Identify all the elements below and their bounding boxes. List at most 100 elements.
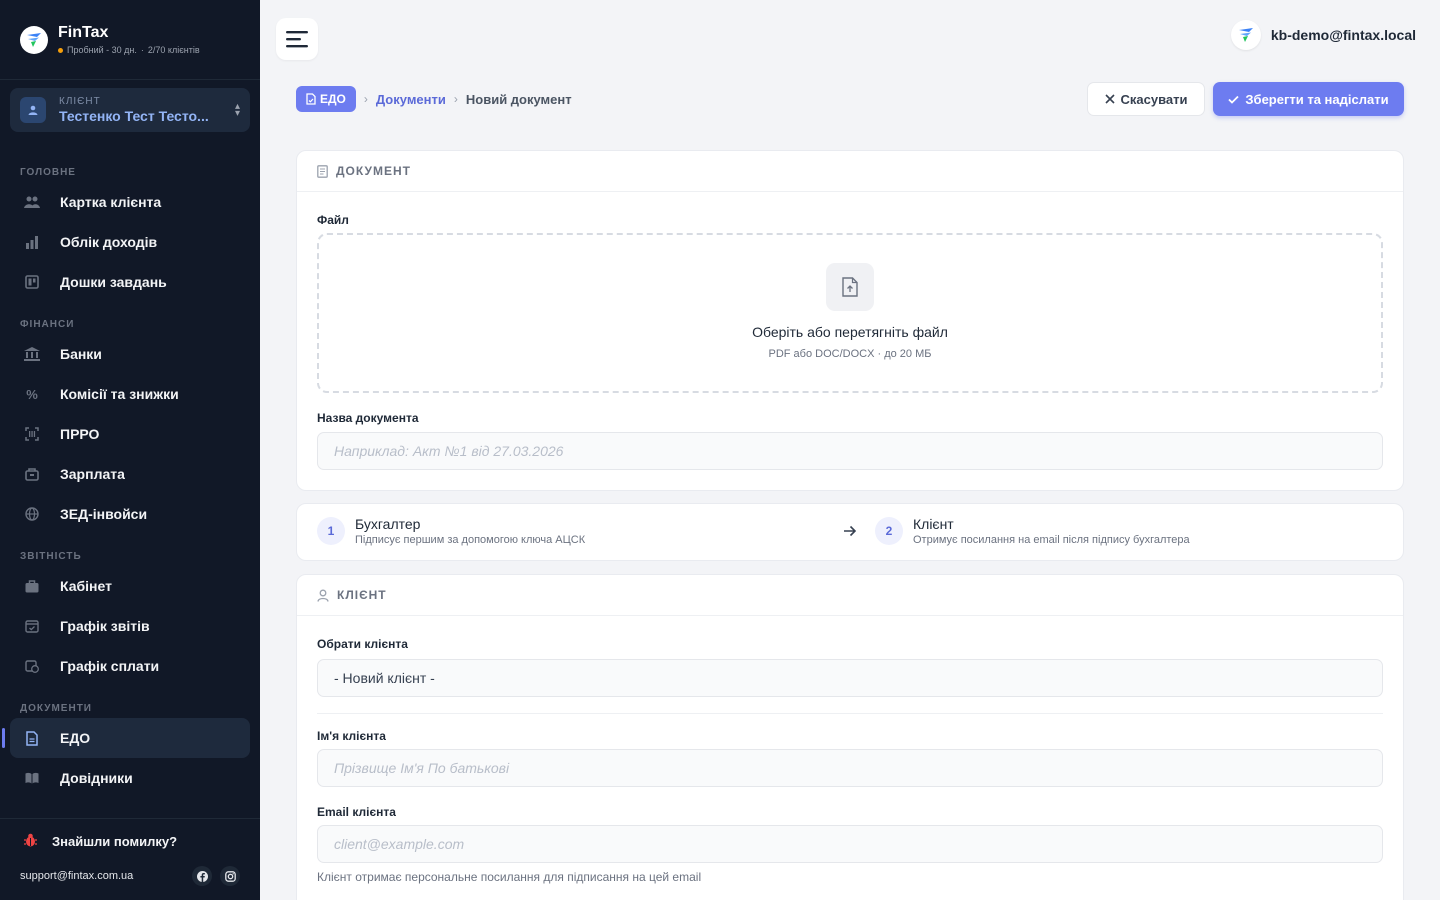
nav-section-documents: ДОКУМЕНТИ — [20, 702, 92, 714]
sidebar-item-label: ЕДО — [60, 730, 91, 746]
wallet-icon — [24, 466, 40, 482]
sidebar-item-payment-schedule[interactable]: Графік сплати — [10, 646, 250, 686]
bank-icon — [24, 346, 40, 362]
sidebar-item-prro[interactable]: ПРРО — [10, 414, 250, 454]
chevron-right-icon: › — [453, 92, 458, 106]
sidebar-item-label: Дошки завдань — [60, 274, 167, 290]
client-email-hint: Клієнт отримає персональне посилання для… — [317, 870, 702, 884]
file-upload-icon — [826, 263, 874, 311]
step-description: Підписує першим за допомогою ключа АЦСК — [355, 534, 586, 546]
save-button-label: Зберегти та надіслати — [1245, 91, 1389, 107]
sidebar-item-label: Комісії та знижки — [60, 386, 179, 402]
menu-toggle-button[interactable] — [276, 18, 318, 60]
sidebar-item-commissions[interactable]: % Комісії та знижки — [10, 374, 250, 414]
sidebar-item-directories[interactable]: Довідники — [10, 758, 250, 798]
trial-label: Пробний - 30 дн. — [67, 45, 137, 55]
report-bug-label: Знайшли помилку? — [52, 833, 178, 849]
breadcrumb-documents-link[interactable]: Документи — [376, 92, 446, 107]
sidebar-item-salary[interactable]: Зарплата — [10, 454, 250, 494]
sidebar-item-edo[interactable]: ЕДО — [2, 718, 250, 758]
divider — [317, 713, 1383, 714]
payment-schedule-icon — [24, 658, 40, 674]
sidebar: FinTax Пробний - 30 дн. · 2/70 клієнтів … — [0, 0, 260, 900]
step-number: 1 — [317, 517, 345, 545]
client-email-label: Email клієнта — [317, 805, 396, 819]
signing-steps: 1 Бухгалтер Підписує першим за допомогою… — [296, 503, 1404, 561]
chevron-right-icon: › — [363, 92, 368, 106]
step-description: Отримує посилання на email після підпису… — [913, 534, 1190, 546]
hamburger-icon — [286, 31, 308, 48]
client-email-placeholder: client@example.com — [334, 836, 465, 852]
support-email[interactable]: support@fintax.com.ua — [20, 870, 133, 882]
user-icon — [20, 97, 46, 123]
sidebar-item-label: ПРРО — [60, 426, 100, 442]
client-name-label: Ім'я клієнта — [317, 729, 386, 743]
client-card: КЛІЄНТ Обрати клієнта - Новий клієнт - І… — [296, 574, 1404, 900]
users-icon — [24, 194, 40, 210]
chevron-up-down-icon: ▴ ▾ — [234, 101, 240, 119]
select-client-dropdown[interactable]: - Новий клієнт - — [317, 659, 1383, 697]
facebook-icon[interactable] — [192, 866, 212, 886]
sidebar-item-zed-invoices[interactable]: ЗЕД-інвойси — [10, 494, 250, 534]
bar-chart-icon — [24, 234, 40, 250]
breadcrumb: ЕДО › Документи › Новий документ — [296, 86, 572, 112]
breadcrumb-edo-badge[interactable]: ЕДО — [296, 86, 356, 112]
document-card-header: ДОКУМЕНТ — [297, 151, 1403, 192]
brand-name: FinTax — [58, 24, 109, 41]
sidebar-item-label: Кабінет — [60, 578, 112, 594]
trial-status: Пробний - 30 дн. · 2/70 клієнтів — [58, 45, 200, 55]
calendar-icon — [24, 618, 40, 634]
barcode-icon — [24, 426, 40, 442]
social-links — [192, 866, 240, 886]
step-accountant: 1 Бухгалтер Підписує першим за допомогою… — [317, 516, 585, 546]
instagram-icon[interactable] — [220, 866, 240, 886]
client-name-placeholder: Прізвище Ім'я По батькові — [334, 760, 510, 776]
fintax-logo-icon — [20, 25, 48, 54]
globe-icon — [24, 506, 40, 522]
document-icon — [306, 93, 316, 105]
nav-section-main: ГОЛОВНЕ — [20, 166, 76, 178]
dropzone-title: Оберіть або перетягніть файл — [752, 324, 948, 340]
briefcase-icon — [24, 578, 40, 594]
book-icon — [24, 770, 40, 786]
client-selector[interactable]: КЛІЄНТ Тестенко Тест Тесто... ▴ ▾ — [10, 88, 250, 132]
sidebar-item-income[interactable]: Облік доходів — [10, 222, 250, 262]
nav-section-finance: ФІНАНСИ — [20, 318, 75, 330]
sidebar-item-report-schedule[interactable]: Графік звітів — [10, 606, 250, 646]
sidebar-item-banks[interactable]: Банки — [10, 334, 250, 374]
document-icon — [24, 730, 40, 746]
step-title: Бухгалтер — [355, 516, 421, 532]
sidebar-item-cabinet[interactable]: Кабінет — [10, 566, 250, 606]
dropzone-subtitle: PDF або DOC/DOCX · до 20 МБ — [768, 348, 932, 360]
close-icon — [1104, 94, 1115, 104]
document-name-placeholder: Наприклад: Акт №1 від 27.03.2026 — [334, 443, 564, 459]
save-and-send-button[interactable]: Зберегти та надіслати — [1213, 82, 1404, 116]
clients-count: 2/70 клієнтів — [147, 45, 200, 55]
sidebar-item-client-card[interactable]: Картка клієнта — [10, 182, 250, 222]
sidebar-footer: Знайшли помилку? support@fintax.com.ua — [0, 818, 260, 900]
client-label: КЛІЄНТ — [59, 96, 101, 107]
sidebar-item-label: Довідники — [60, 770, 133, 786]
board-icon — [24, 274, 40, 290]
client-email-input[interactable]: client@example.com — [317, 825, 1383, 863]
step-number: 2 — [875, 517, 903, 545]
sidebar-item-label: Картка клієнта — [60, 194, 162, 210]
breadcrumb-current: Новий документ — [465, 91, 572, 107]
cancel-button[interactable]: Скасувати — [1087, 82, 1205, 116]
user-menu[interactable]: kb-demo@fintax.local — [1230, 20, 1416, 50]
file-dropzone[interactable]: Оберіть або перетягніть файл PDF або DOC… — [317, 233, 1383, 393]
report-bug-link[interactable]: Знайшли помилку? — [0, 819, 260, 863]
client-name-input[interactable]: Прізвище Ім'я По батькові — [317, 749, 1383, 787]
percent-icon: % — [26, 386, 38, 402]
sidebar-item-boards[interactable]: Дошки завдань — [10, 262, 250, 302]
file-label: Файл — [317, 213, 349, 227]
brand[interactable]: FinTax Пробний - 30 дн. · 2/70 клієнтів — [0, 0, 260, 80]
step-title: Клієнт — [913, 516, 954, 532]
nav-section-reports: ЗВІТНІСТЬ — [20, 550, 82, 562]
support-row: support@fintax.com.ua — [0, 863, 260, 889]
document-card-title: ДОКУМЕНТ — [336, 164, 411, 178]
arrow-right-icon — [843, 524, 857, 542]
document-name-input[interactable]: Наприклад: Акт №1 від 27.03.2026 — [317, 432, 1383, 470]
bug-icon — [24, 833, 37, 850]
select-client-label: Обрати клієнта — [317, 637, 408, 651]
